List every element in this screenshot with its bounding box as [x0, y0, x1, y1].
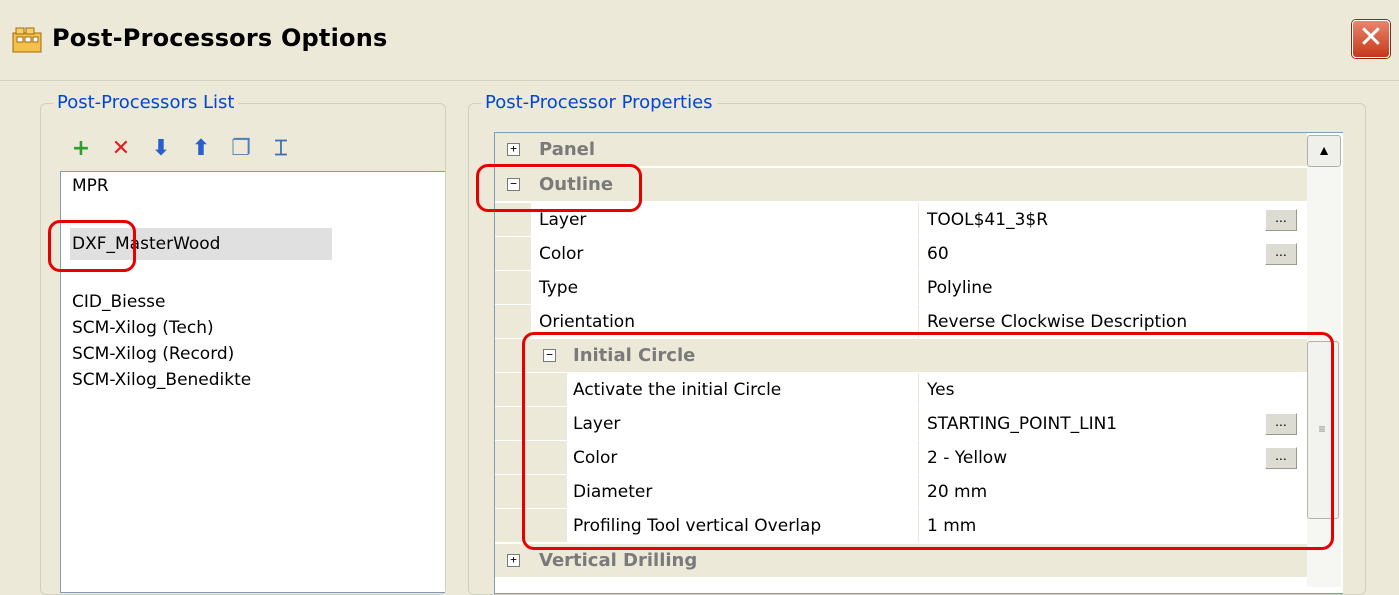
- property-value[interactable]: TOOL$41_3$R: [927, 210, 1048, 230]
- property-value[interactable]: Reverse Clockwise Description: [927, 312, 1187, 332]
- row-gutter: [495, 305, 531, 338]
- annotation-circle-initial-circle: [522, 332, 1334, 550]
- post-processor-properties-legend: Post-Processor Properties: [481, 92, 717, 113]
- delete-icon[interactable]: ✕: [110, 138, 132, 160]
- app-icon: [12, 27, 42, 53]
- expand-icon[interactable]: +: [507, 554, 520, 567]
- property-name: Color: [539, 244, 584, 264]
- property-value[interactable]: 60: [927, 244, 949, 264]
- list-item[interactable]: MPR: [72, 176, 109, 196]
- close-icon: ✕: [1358, 20, 1384, 55]
- list-item[interactable]: SCM-Xilog (Tech): [72, 318, 214, 338]
- category-label: Vertical Drilling: [539, 550, 698, 571]
- title-bar: Post-Processors Options ✕: [0, 0, 1399, 81]
- post-processors-list-legend: Post-Processors List: [53, 92, 239, 113]
- property-row[interactable]: Type Polyline: [495, 271, 1307, 304]
- property-name: Layer: [539, 210, 587, 230]
- column-separator: [918, 237, 919, 270]
- list-item[interactable]: CID_Biesse: [72, 292, 166, 312]
- column-separator: [918, 203, 919, 236]
- property-value[interactable]: Polyline: [927, 278, 993, 298]
- property-row[interactable]: Color 60 ...: [495, 237, 1307, 270]
- copy-icon[interactable]: ❐: [230, 138, 252, 160]
- window-title: Post-Processors Options: [52, 24, 388, 52]
- scroll-up-icon[interactable]: ▲: [1307, 135, 1341, 167]
- ellipsis-button[interactable]: ...: [1265, 243, 1297, 265]
- ellipsis-button[interactable]: ...: [1265, 209, 1297, 231]
- move-down-icon[interactable]: ⬇: [150, 138, 172, 160]
- rename-icon[interactable]: ⌶: [270, 138, 292, 160]
- expand-icon[interactable]: +: [507, 143, 520, 156]
- property-name: Orientation: [539, 312, 635, 332]
- property-name: Type: [539, 278, 579, 298]
- row-gutter: [495, 271, 531, 304]
- category-panel[interactable]: + Panel: [495, 133, 1307, 166]
- list-item[interactable]: SCM-Xilog_Benedikte: [72, 370, 251, 390]
- annotation-circle-outline: [476, 164, 642, 212]
- row-gutter: [495, 237, 531, 270]
- list-item[interactable]: SCM-Xilog (Record): [72, 344, 234, 364]
- category-label: Panel: [539, 139, 596, 160]
- add-icon[interactable]: +: [70, 138, 92, 160]
- annotation-circle-dxf: [48, 220, 136, 272]
- close-button[interactable]: ✕: [1352, 20, 1390, 58]
- move-up-icon[interactable]: ⬆: [190, 138, 212, 160]
- column-separator: [918, 271, 919, 304]
